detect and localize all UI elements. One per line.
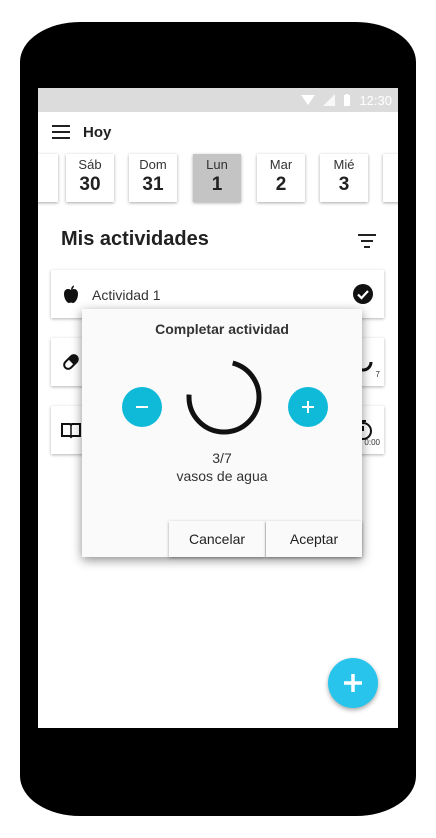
wifi-icon bbox=[301, 95, 316, 105]
decrement-button[interactable] bbox=[122, 387, 162, 427]
progress-arc bbox=[186, 359, 262, 435]
date-day-label: Lun bbox=[206, 157, 228, 172]
date-number: 2 bbox=[275, 174, 287, 195]
menu-icon[interactable] bbox=[52, 125, 70, 139]
minus-icon bbox=[136, 406, 148, 408]
app-bar: Hoy bbox=[38, 112, 398, 152]
plus-icon bbox=[302, 401, 314, 413]
date-number: 30 bbox=[79, 174, 101, 195]
date-card-wed[interactable]: Mié 3 bbox=[320, 154, 368, 202]
status-time: 12:30 bbox=[359, 92, 392, 108]
accept-button[interactable]: Aceptar bbox=[266, 521, 362, 557]
apple-icon bbox=[64, 285, 78, 303]
date-day-label: Mar bbox=[269, 157, 293, 172]
date-card-mon-selected[interactable]: Lun 1 bbox=[193, 154, 241, 202]
date-card-tue[interactable]: Mar 2 bbox=[257, 154, 305, 202]
battery-icon bbox=[344, 94, 351, 106]
filter-icon[interactable] bbox=[358, 234, 376, 248]
page-title: Hoy bbox=[83, 124, 112, 141]
pill-icon bbox=[63, 354, 79, 370]
date-day-label: Sáb bbox=[78, 157, 102, 172]
book-icon bbox=[61, 423, 81, 439]
date-card-next[interactable] bbox=[383, 154, 398, 202]
plus-icon bbox=[344, 674, 362, 692]
increment-button[interactable] bbox=[288, 387, 328, 427]
activity-timer: 0:00 bbox=[364, 438, 380, 447]
section-title: Mis actividades bbox=[61, 228, 209, 250]
date-number: 1 bbox=[211, 174, 223, 195]
progress-ring bbox=[186, 359, 262, 435]
activity-count: 7 bbox=[375, 370, 380, 379]
date-card-sun[interactable]: Dom 31 bbox=[129, 154, 177, 202]
date-day-label: Dom bbox=[139, 157, 167, 172]
dialog-title: Completar actividad bbox=[155, 321, 289, 337]
progress-unit: vasos de agua bbox=[176, 468, 268, 484]
date-card-sat[interactable]: Sáb 30 bbox=[66, 154, 114, 202]
check-circle-icon[interactable] bbox=[352, 283, 374, 305]
cancel-button[interactable]: Cancelar bbox=[169, 521, 265, 557]
signal-icon bbox=[323, 94, 336, 106]
progress-count: 3/7 bbox=[212, 450, 232, 466]
date-number: 3 bbox=[338, 174, 350, 195]
status-bar: 12:30 bbox=[38, 88, 398, 112]
activity-label: Actividad 1 bbox=[92, 287, 161, 303]
complete-activity-dialog: Completar actividad 3/7 vasos de agua Ca… bbox=[82, 309, 362, 557]
date-day-label: Mié bbox=[333, 157, 355, 172]
app-screen: 12:30 Hoy Sáb 30 Dom 31 Lun 1 Mar 2 Mié … bbox=[38, 88, 398, 728]
date-strip[interactable]: Sáb 30 Dom 31 Lun 1 Mar 2 Mié 3 bbox=[38, 152, 398, 204]
add-activity-button[interactable] bbox=[328, 658, 378, 708]
date-card-previous[interactable] bbox=[38, 154, 58, 202]
date-number: 31 bbox=[142, 174, 164, 195]
